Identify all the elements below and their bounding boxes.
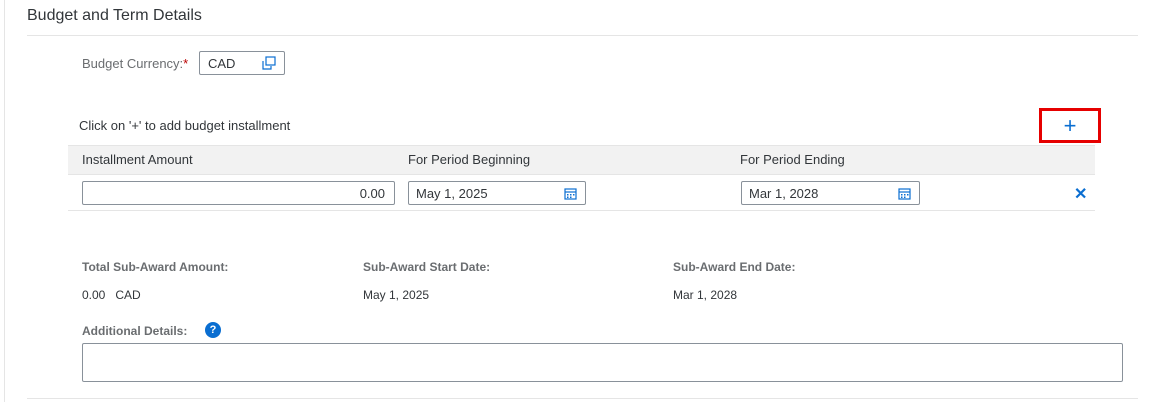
total-amount-label: Total Sub-Award Amount: — [82, 260, 229, 274]
period-end-value: Mar 1, 2028 — [749, 185, 819, 201]
delete-installment-button[interactable]: ✕ — [1074, 184, 1087, 204]
bottom-divider — [27, 398, 1138, 399]
installment-table-header: Installment Amount For Period Beginning … — [68, 145, 1095, 175]
installment-hint: Click on '+' to add budget installment — [79, 118, 291, 133]
currency-input[interactable]: CAD — [199, 51, 285, 75]
end-date-label: Sub-Award End Date: — [673, 260, 796, 274]
currency-label-wrap: Budget Currency:* — [82, 56, 188, 71]
end-date-value: Mar 1, 2028 — [673, 288, 738, 302]
additional-details-textarea[interactable] — [82, 343, 1123, 382]
start-date-value: May 1, 2025 — [363, 288, 430, 302]
value-help-icon[interactable] — [262, 56, 276, 70]
section-title: Budget and Term Details — [27, 7, 202, 24]
currency-value: CAD — [208, 55, 236, 71]
period-begin-value: May 1, 2025 — [416, 185, 488, 201]
installment-amount-input[interactable]: 0.00 — [82, 181, 395, 205]
period-begin-input[interactable]: May 1, 2025 — [408, 181, 586, 205]
calendar-icon[interactable] — [898, 187, 911, 200]
total-amount-value: 0.00 CAD — [82, 288, 141, 302]
required-mark: * — [183, 56, 189, 71]
column-header-amount: Installment Amount — [82, 152, 193, 167]
column-header-end: For Period Ending — [740, 152, 845, 167]
add-installment-button[interactable]: + — [1039, 108, 1101, 143]
left-border — [4, 0, 5, 402]
currency-label: Budget Currency: — [82, 56, 184, 71]
table-row-divider — [68, 210, 1095, 211]
start-date-label: Sub-Award Start Date: — [363, 260, 491, 274]
section-divider — [27, 35, 1138, 36]
calendar-icon[interactable] — [564, 187, 577, 200]
additional-details-label: Additional Details: — [82, 324, 188, 338]
help-icon[interactable]: ? — [205, 322, 221, 338]
period-end-input[interactable]: Mar 1, 2028 — [741, 181, 920, 205]
column-header-begin: For Period Beginning — [408, 152, 531, 167]
